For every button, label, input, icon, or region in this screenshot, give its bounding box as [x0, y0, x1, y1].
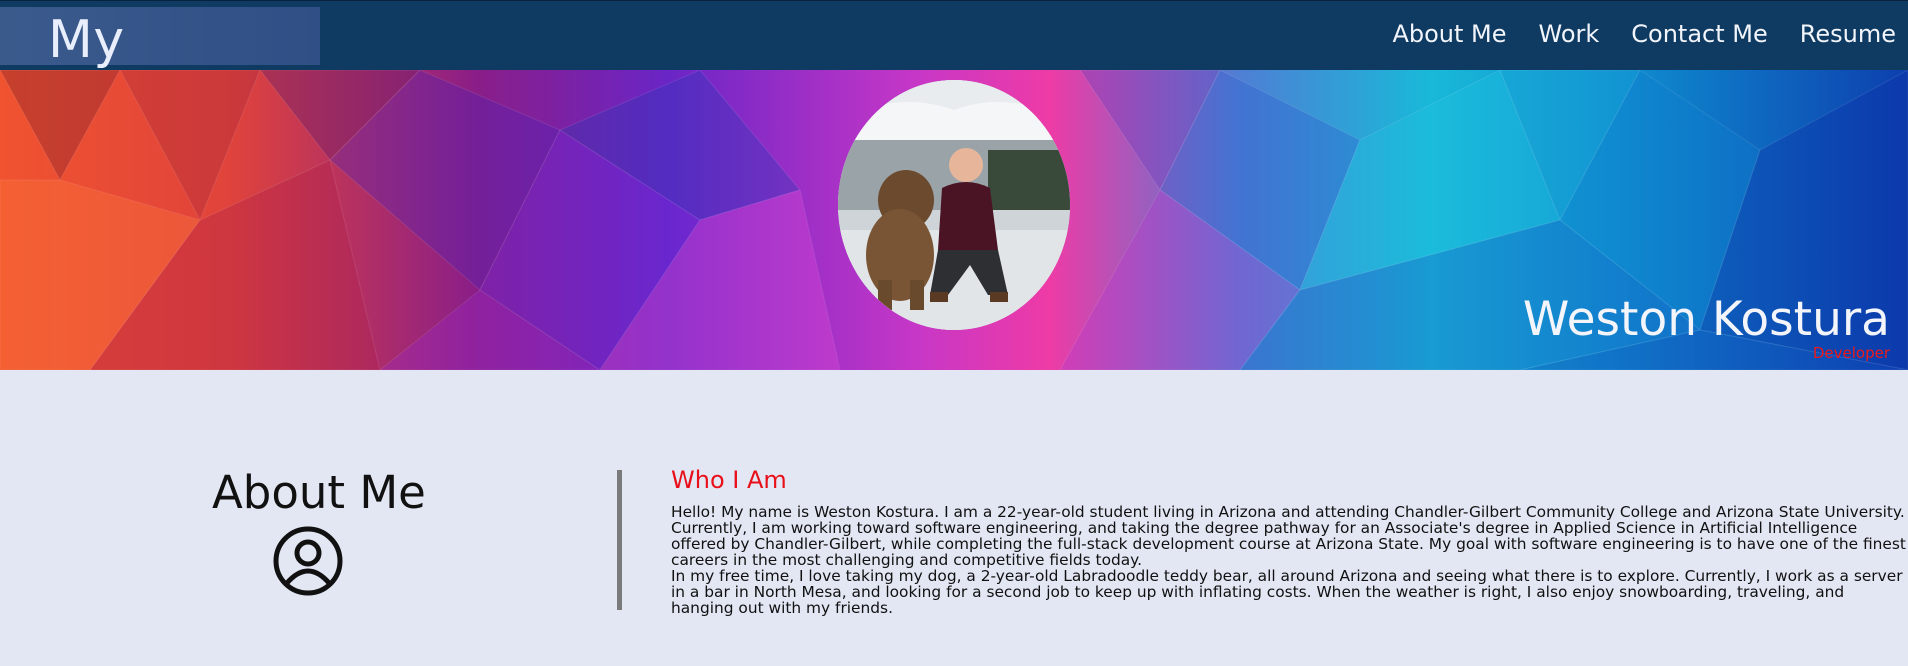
hero-banner: Weston Kostura Developer: [0, 70, 1908, 370]
about-paragraph-1: Hello! My name is Weston Kostura. I am a…: [671, 503, 1906, 569]
hero-name: Weston Kostura: [1522, 292, 1890, 347]
profile-photo: [838, 80, 1070, 330]
nav-work[interactable]: Work: [1539, 20, 1600, 48]
site-header: My Portfolio About Me Work Contact Me Re…: [0, 0, 1908, 127]
about-paragraph-2: In my free time, I love taking my dog, a…: [671, 567, 1903, 617]
brand-block[interactable]: My Portfolio: [0, 7, 320, 127]
main-nav: About Me Work Contact Me Resume: [1392, 1, 1896, 67]
about-heading: About Me: [212, 466, 426, 519]
nav-about-me[interactable]: About Me: [1392, 20, 1506, 48]
nav-resume[interactable]: Resume: [1800, 20, 1896, 48]
who-i-am-heading: Who I Am: [671, 466, 787, 494]
hero-role: Developer: [1812, 344, 1890, 362]
section-divider: [617, 470, 622, 610]
user-circle-icon: [273, 526, 343, 596]
nav-contact-me[interactable]: Contact Me: [1631, 20, 1767, 48]
